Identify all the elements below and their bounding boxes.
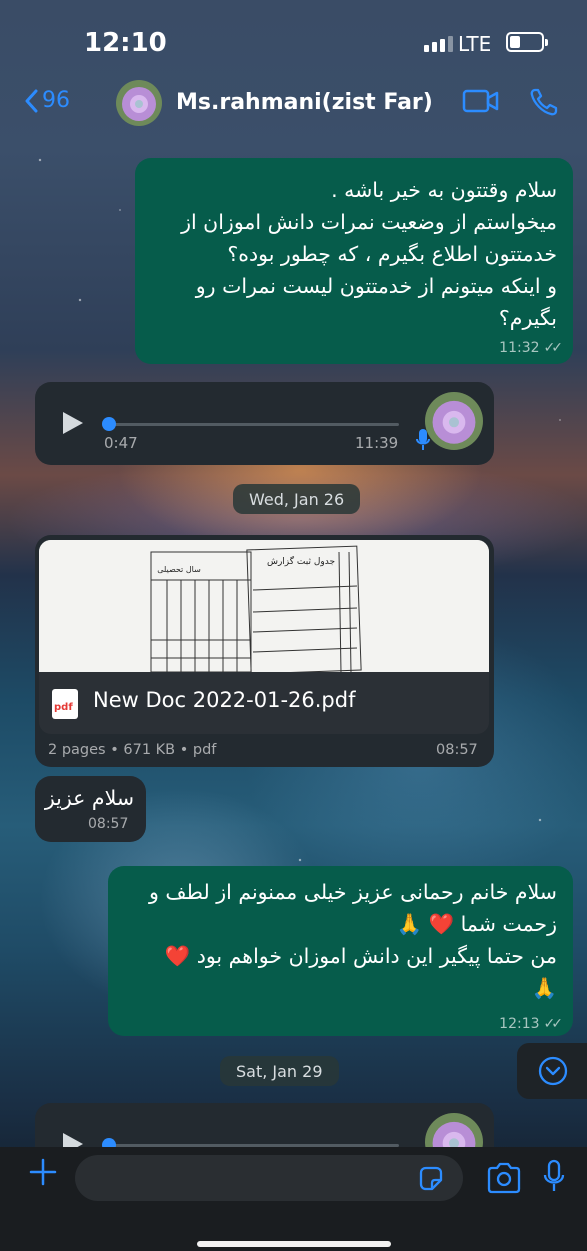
message-line: خدمتتون اطلاع بگیرم ، که چطور بوده؟ [227,242,557,266]
message-line: زحمت شما ❤️ 🙏 [396,912,557,936]
chevron-down-circle-icon [538,1056,568,1086]
preview-title-text: جدول ثبت گزارش [267,555,335,567]
read-receipt-icon: ✓✓ [543,340,564,356]
audio-scrubber[interactable] [102,417,116,431]
date-separator: Wed, Jan 26 [233,484,361,514]
message-line: سلام وقتتون به خیر باشه . [331,178,557,202]
message-time: 11:39 [355,434,399,452]
camera-icon[interactable] [486,1162,522,1194]
chat-header: 96 Ms.rahmani(zist Far) [0,78,587,130]
voice-duration: 0:47 [104,434,138,452]
message-line: بگیرم؟ [498,306,557,330]
message-time: 08:57 [436,742,478,758]
document-file-name: New Doc 2022-01-26.pdf [93,688,356,712]
back-button[interactable]: 96 [24,88,70,113]
incoming-message[interactable]: سلام عزیز 08:57 [35,776,146,842]
status-time: 12:10 [84,28,167,58]
home-indicator [197,1241,391,1247]
message-line: و اینکه میتونم از خدمتتون لیست نمرات رو [195,274,557,298]
sticker-icon[interactable] [417,1165,445,1193]
message-input-bar [0,1147,587,1251]
contact-name[interactable]: Ms.rahmani(zist Far) [176,90,433,115]
signal-icon [424,36,453,52]
message-time: 08:57 [88,816,129,832]
message-line: سلام خانم رحمانی عزیز خیلی ممنونم از لطف… [149,880,557,904]
plus-icon[interactable] [28,1157,58,1187]
phone-icon[interactable] [528,86,560,118]
scroll-down-button[interactable] [517,1043,587,1099]
message-input[interactable] [75,1155,463,1201]
outgoing-message[interactable]: سلام خانم رحمانی عزیز خیلی ممنونم از لطف… [108,866,573,1036]
message-line: میخواستم از وضعیت نمرات دانش اموزان از [181,210,557,234]
chevron-left-icon [25,89,38,112]
status-bar: 12:10 LTE [0,0,587,78]
document-preview-image: جدول ثبت گزارش سال تحصیلی [39,540,489,672]
document-file-info: 2 pages • 671 KB • pdf [48,742,217,758]
battery-icon [506,32,548,52]
audio-progress-track[interactable] [109,423,399,426]
play-icon[interactable] [63,412,83,434]
message-time: 12:13 [499,1016,540,1032]
message-time: 11:32 [499,340,540,356]
document-preview[interactable]: جدول ثبت گزارش سال تحصیلی [39,540,489,672]
microphone-icon[interactable] [542,1159,566,1195]
message-line: 🙏 [531,976,557,1000]
date-separator: Sat, Jan 29 [220,1056,339,1086]
sender-avatar [425,392,483,450]
read-receipt-icon: ✓✓ [543,1016,564,1032]
preview-year-text: سال تحصیلی [157,565,201,574]
message-line: سلام عزیز [44,786,134,810]
document-file-bar[interactable]: pdf New Doc 2022-01-26.pdf [39,672,489,734]
outgoing-message[interactable]: سلام وقتتون به خیر باشه . میخواستم از وض… [135,158,573,364]
message-line: من حتما پیگیر این دانش اموزان خواهم بود … [164,944,557,968]
network-label: LTE [458,32,492,56]
pdf-file-icon: pdf [52,689,78,719]
contact-avatar[interactable] [116,80,162,126]
voice-message[interactable]: 0:47 11:39 [35,382,494,465]
unread-count: 96 [42,88,70,113]
video-camera-icon[interactable] [462,86,500,116]
